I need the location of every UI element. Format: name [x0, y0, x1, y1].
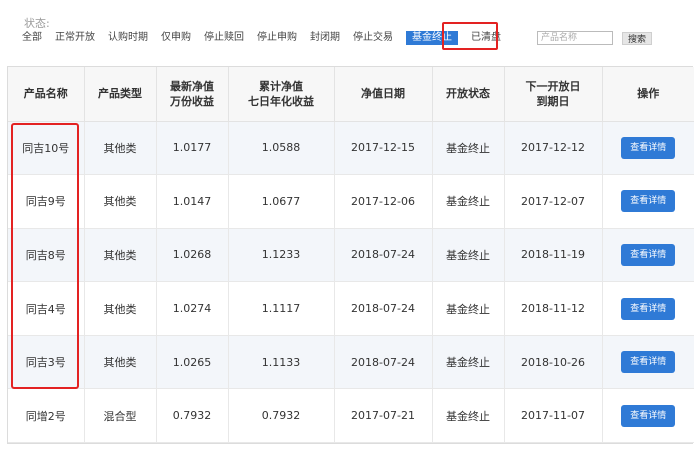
open-status-cell: 基金终止 [432, 174, 505, 229]
product-name-search-input[interactable] [537, 31, 613, 45]
nav-date-cell: 2017-12-06 [334, 174, 433, 229]
column-header: 净值日期 [334, 67, 433, 122]
product-type-cell: 其他类 [84, 335, 157, 390]
table-row: 同吉4号 其他类 1.0274 1.1117 2018-07-24 基金终止 2018-11… [8, 281, 694, 336]
action-cell: 查看详情 [602, 281, 694, 336]
action-cell: 查看详情 [602, 388, 694, 444]
column-header: 下一开放日 到期日 [504, 67, 603, 122]
latest-nav-cell: 1.0177 [156, 121, 229, 176]
nav-date-cell: 2018-07-24 [334, 281, 433, 336]
next-open-date-cell: 2017-11-07 [504, 388, 603, 444]
filter-item[interactable]: 封闭期 [310, 31, 340, 45]
filter-item[interactable]: 全部 [22, 31, 42, 45]
open-status-cell: 基金终止 [432, 388, 505, 444]
column-header-line: 下一开放日 [525, 79, 581, 93]
table-row: 同吉8号 其他类 1.0268 1.1233 2018-07-24 基金终止 2018-11… [8, 228, 694, 283]
column-header-line: 产品类型 [98, 87, 142, 101]
column-header: 开放状态 [432, 67, 505, 122]
latest-nav-cell: 1.0265 [156, 335, 229, 390]
nav-date-cell: 2018-07-24 [334, 335, 433, 390]
column-header: 产品名称 [8, 67, 85, 122]
action-cell: 查看详情 [602, 228, 694, 283]
cumulative-nav-cell: 1.1233 [228, 228, 335, 283]
column-header-line: 到期日 [536, 94, 570, 108]
product-table: 产品名称 产品类型 最新净值 万份收益 累计净值 七日年化收益 净值日期 开放状态 下一开放日到… [7, 66, 694, 445]
status-label: 状态: [24, 17, 50, 30]
annotation-highlight-active-filter [442, 22, 498, 50]
next-open-date-cell: 2018-11-19 [504, 228, 603, 283]
column-header-line: 开放状态 [446, 87, 490, 101]
next-open-date-cell: 2018-10-26 [504, 335, 603, 390]
column-header-line: 净值日期 [361, 87, 405, 101]
open-status-cell: 基金终止 [432, 335, 505, 390]
column-header-line: 最新净值 [170, 79, 214, 93]
filter-item[interactable]: 停止赎回 [204, 31, 244, 45]
product-name-cell: 同吉9号 [8, 174, 85, 229]
latest-nav-cell: 0.7932 [156, 388, 229, 444]
filter-item[interactable]: 停止申购 [257, 31, 297, 45]
view-details-button[interactable]: 查看详情 [621, 190, 676, 213]
open-status-cell: 基金终止 [432, 121, 505, 176]
product-name-cell: 同吉8号 [8, 228, 85, 283]
view-details-button[interactable]: 查看详情 [621, 297, 676, 320]
product-type-cell: 其他类 [84, 121, 157, 176]
filter-item[interactable]: 认购时期 [108, 31, 148, 45]
nav-date-cell: 2017-12-15 [334, 121, 433, 176]
filter-item[interactable]: 仅申购 [161, 31, 191, 45]
filter-item[interactable]: 停止交易 [353, 31, 393, 45]
product-type-cell: 其他类 [84, 228, 157, 283]
cumulative-nav-cell: 1.1133 [228, 335, 335, 390]
status-filter-list: 全部 正常开放 认购时期 仅申购 停止赎回 停止申购 封闭期 停止交易 基金终止 已清盘 [22, 30, 514, 46]
filter-item[interactable]: 正常开放 [55, 31, 95, 45]
table-row: 同吉9号 其他类 1.0147 1.0677 2017-12-06 基金终止 2017-12… [8, 174, 694, 229]
column-header: 最新净值 万份收益 [156, 67, 229, 122]
column-header: 产品类型 [84, 67, 157, 122]
open-status-cell: 基金终止 [432, 281, 505, 336]
table-header-row: 产品名称 产品类型 最新净值 万份收益 累计净值 七日年化收益 净值日期 开放状态 下一开放日到… [8, 67, 694, 122]
action-cell: 查看详情 [602, 335, 694, 390]
column-header: 操作 [602, 67, 694, 122]
nav-date-cell: 2018-07-24 [334, 228, 433, 283]
table-row: 同增2号 混合型 0.7932 0.7932 2017-07-21 基金终止 2017-11… [8, 388, 694, 444]
product-name-cell: 同吉10号 [8, 121, 85, 176]
product-type-cell: 其他类 [84, 281, 157, 336]
product-name-cell: 同增2号 [8, 388, 85, 444]
column-header-line: 操作 [637, 87, 660, 101]
table-row: 同吉10号 其他类 1.0177 1.0588 2017-12-15 基金终止 2017-1… [8, 121, 694, 176]
table-row: 同吉3号 其他类 1.0265 1.1133 2018-07-24 基金终止 2018-10… [8, 335, 694, 390]
product-name-cell: 同吉3号 [8, 335, 85, 390]
next-open-date-cell: 2017-12-12 [504, 121, 603, 176]
product-name-cell: 同吉4号 [8, 281, 85, 336]
product-type-cell: 其他类 [84, 174, 157, 229]
nav-date-cell: 2017-07-21 [334, 388, 433, 444]
column-header-line: 累计净值 [259, 79, 303, 93]
view-details-button[interactable]: 查看详情 [621, 351, 676, 374]
cumulative-nav-cell: 1.0677 [228, 174, 335, 229]
search-button[interactable]: 搜索 [622, 32, 652, 45]
table-body: 同吉10号 其他类 1.0177 1.0588 2017-12-15 基金终止 2017-1… [8, 121, 694, 444]
next-open-date-cell: 2017-12-07 [504, 174, 603, 229]
next-open-date-cell: 2018-11-12 [504, 281, 603, 336]
product-type-cell: 混合型 [84, 388, 157, 444]
column-header-line: 万份收益 [170, 94, 214, 108]
view-details-button[interactable]: 查看详情 [621, 243, 676, 266]
status-filter-bar: 状态: 全部 正常开放 认购时期 仅申购 停止赎回 停止申购 封闭期 停止交易 基金终止 已清盘 … [0, 0, 700, 58]
column-header-line: 产品名称 [23, 87, 68, 101]
cumulative-nav-cell: 0.7932 [228, 388, 335, 444]
open-status-cell: 基金终止 [432, 228, 505, 283]
latest-nav-cell: 1.0147 [156, 174, 229, 229]
latest-nav-cell: 1.0274 [156, 281, 229, 336]
cumulative-nav-cell: 1.0588 [228, 121, 335, 176]
latest-nav-cell: 1.0268 [156, 228, 229, 283]
view-details-button[interactable]: 查看详情 [621, 136, 676, 159]
action-cell: 查看详情 [602, 174, 694, 229]
column-header: 累计净值 七日年化收益 [228, 67, 335, 122]
action-cell: 查看详情 [602, 121, 694, 176]
cumulative-nav-cell: 1.1117 [228, 281, 335, 336]
view-details-button[interactable]: 查看详情 [621, 404, 676, 427]
column-header-line: 七日年化收益 [248, 94, 314, 108]
